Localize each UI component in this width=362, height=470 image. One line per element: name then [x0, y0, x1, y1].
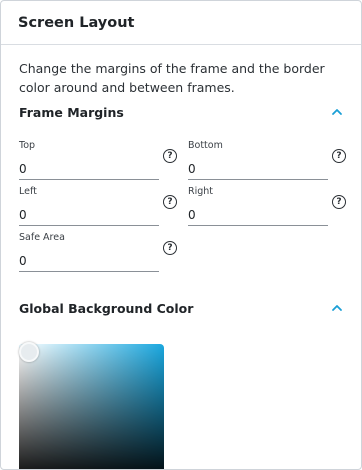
top-margin-field: Top 0 ?	[19, 140, 179, 180]
top-margin-input[interactable]: 0	[19, 158, 159, 180]
background-color-header[interactable]: Global Background Color	[19, 297, 345, 319]
screen-layout-panel: Screen Layout Change the margins of the …	[0, 0, 362, 470]
safe-area-input[interactable]: 0	[19, 250, 159, 272]
panel-title: Screen Layout	[18, 14, 135, 31]
color-saturation-picker[interactable]	[19, 344, 164, 469]
color-black-gradient	[19, 344, 164, 469]
right-margin-field: Right 0 ?	[188, 186, 348, 226]
panel-header: Screen Layout	[1, 1, 361, 45]
left-margin-field: Left 0 ?	[19, 186, 179, 226]
help-icon[interactable]: ?	[163, 195, 177, 209]
safe-area-label: Safe Area	[19, 232, 65, 243]
color-picker-thumb[interactable]	[19, 342, 39, 362]
left-margin-label: Left	[19, 186, 37, 197]
top-margin-label: Top	[19, 140, 36, 151]
bottom-margin-label: Bottom	[188, 140, 223, 151]
background-color-title: Global Background Color	[19, 300, 194, 316]
help-icon[interactable]: ?	[332, 195, 346, 209]
frame-margins-header[interactable]: Frame Margins	[19, 101, 345, 123]
panel-description: Change the margins of the frame and the …	[19, 61, 325, 95]
safe-area-field: Safe Area 0 ?	[19, 232, 179, 272]
right-margin-input[interactable]: 0	[188, 204, 328, 226]
bottom-margin-input[interactable]: 0	[188, 158, 328, 180]
left-margin-input[interactable]: 0	[19, 204, 159, 226]
help-icon[interactable]: ?	[163, 241, 177, 255]
chevron-up-icon[interactable]	[329, 104, 345, 120]
help-icon[interactable]: ?	[332, 149, 346, 163]
help-icon[interactable]: ?	[163, 149, 177, 163]
right-margin-label: Right	[188, 186, 214, 197]
chevron-up-icon[interactable]	[329, 300, 345, 316]
frame-margins-title: Frame Margins	[19, 104, 124, 120]
bottom-margin-field: Bottom 0 ?	[188, 140, 348, 180]
